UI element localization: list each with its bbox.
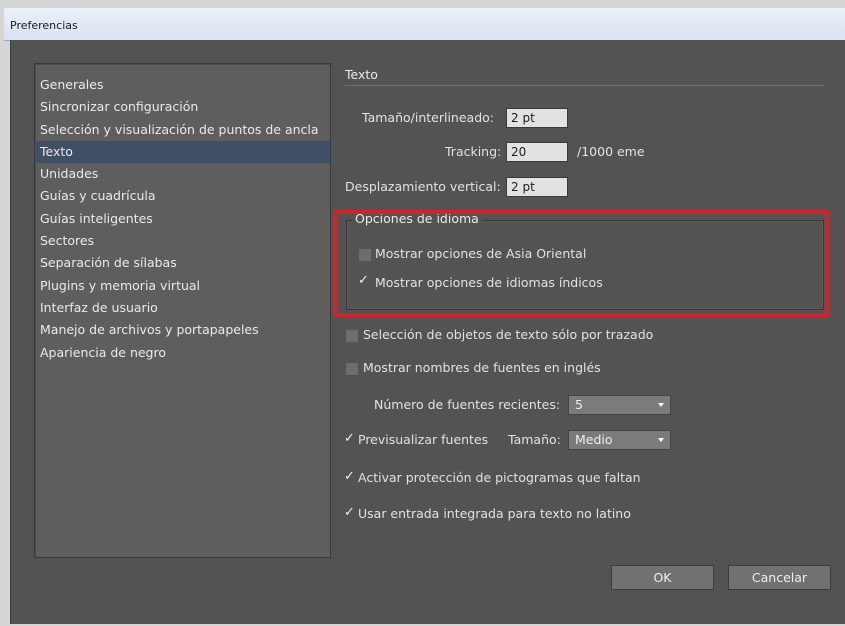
missing-glyph-checkbox[interactable]: ✓ (344, 469, 356, 484)
tracking-unit: /1000 eme (577, 144, 645, 159)
highlight-frame (333, 210, 829, 317)
sidebar-item-archivos[interactable]: Manejo de archivos y portapapeles (35, 319, 330, 341)
sidebar-item-apariencia-negro[interactable]: Apariencia de negro (35, 342, 330, 364)
ok-button[interactable]: OK (611, 565, 714, 590)
sidebar-item-separacion-silabas[interactable]: Separación de sílabas (35, 252, 330, 274)
section-title: Texto (345, 67, 378, 82)
sidebar-item-sectores[interactable]: Sectores (35, 230, 330, 252)
tracking-label: Tracking: (445, 144, 502, 159)
sidebar-item-unidades[interactable]: Unidades (35, 163, 330, 185)
check-icon: ✓ (344, 505, 355, 520)
recent-fonts-value: 5 (575, 397, 583, 412)
sidebar-item-puntos-de-ancla[interactable]: Selección y visualización de puntos de a… (35, 119, 330, 141)
tracking-input[interactable] (506, 142, 568, 162)
sidebar-item-generales[interactable]: Generales (35, 74, 330, 96)
font-names-english-label[interactable]: Mostrar nombres de fuentes en inglés (363, 360, 601, 375)
baseline-shift-input[interactable] (506, 177, 568, 197)
sidebar-item-texto[interactable]: Texto (35, 140, 330, 164)
baseline-shift-label: Desplazamiento vertical: (345, 179, 501, 194)
sidebar-item-guias-inteligentes[interactable]: Guías inteligentes (35, 208, 330, 230)
title-bar: Preferencias (4, 8, 845, 41)
sidebar-item-sincronizar[interactable]: Sincronizar configuración (35, 96, 330, 118)
check-icon: ✓ (344, 469, 355, 484)
sidebar-item-guias-cuadricula[interactable]: Guías y cuadrícula (35, 185, 330, 207)
inline-input-checkbox[interactable]: ✓ (344, 505, 356, 520)
preview-size-select[interactable]: Medio (568, 430, 671, 450)
preview-size-label: Tamaño: (508, 432, 561, 447)
font-preview-label[interactable]: Previsualizar fuentes (358, 432, 488, 447)
preview-size-value: Medio (575, 432, 613, 447)
missing-glyph-label[interactable]: Activar protección de pictogramas que fa… (358, 470, 641, 485)
inline-input-label[interactable]: Usar entrada integrada para texto no lat… (358, 506, 631, 521)
type-object-selection-checkbox[interactable] (346, 330, 358, 342)
chevron-down-icon (658, 438, 664, 442)
sidebar-item-interfaz[interactable]: Interfaz de usuario (35, 297, 330, 319)
cancel-button[interactable]: Cancelar (728, 565, 831, 590)
size-leading-input[interactable] (506, 108, 568, 128)
sidebar-item-plugins[interactable]: Plugins y memoria virtual (35, 275, 330, 297)
window-title: Preferencias (10, 19, 78, 32)
check-icon: ✓ (344, 431, 355, 446)
recent-fonts-label: Número de fuentes recientes: (374, 397, 561, 412)
section-divider (345, 85, 825, 86)
size-leading-label: Tamaño/interlineado: (362, 110, 494, 125)
font-preview-checkbox[interactable]: ✓ (344, 431, 356, 446)
category-list[interactable]: Generales Sincronizar configuración Sele… (34, 63, 331, 558)
recent-fonts-select[interactable]: 5 (568, 395, 671, 415)
chevron-down-icon (658, 403, 664, 407)
font-names-english-checkbox[interactable] (346, 363, 358, 375)
preferences-dialog: Generales Sincronizar configuración Sele… (10, 40, 845, 624)
type-object-selection-label[interactable]: Selección de objetos de texto sólo por t… (363, 327, 653, 342)
